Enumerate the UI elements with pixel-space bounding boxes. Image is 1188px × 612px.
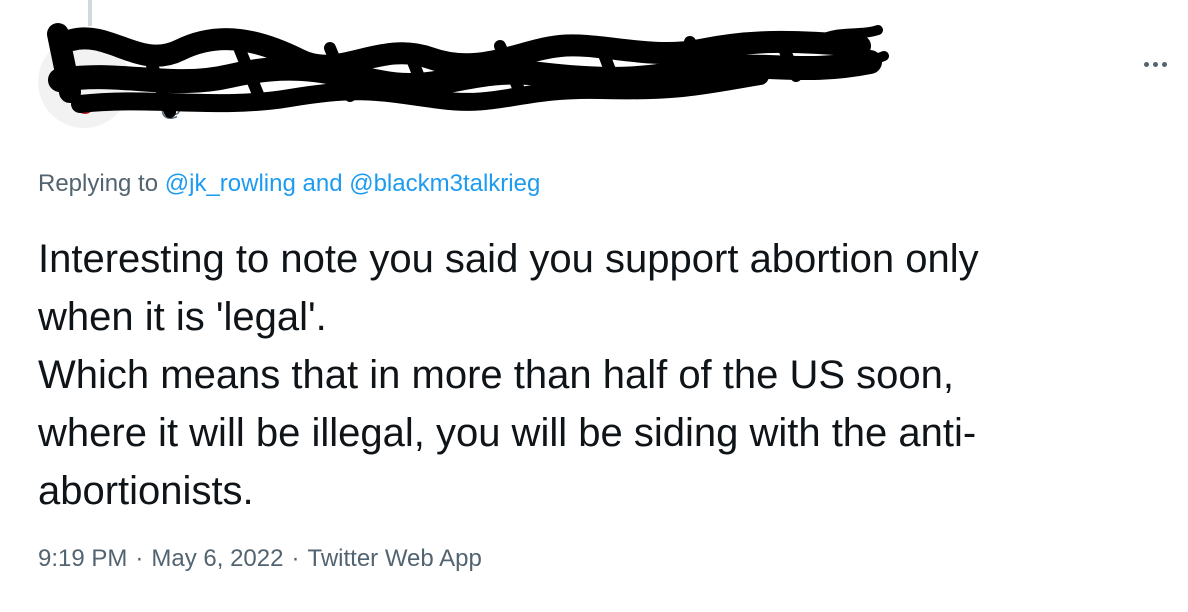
more-horizontal-icon (1143, 61, 1167, 67)
reply-prefix: Replying to (38, 170, 159, 197)
thread-connector-line (88, 0, 92, 26)
tweet-text-line: where it will be illegal, you will be si… (38, 411, 977, 455)
mention-link[interactable]: @blackm3talkrieg (349, 170, 540, 197)
tweet-text-line: when it is 'legal'. (38, 295, 327, 339)
user-handle[interactable]: @ (160, 96, 182, 122)
reply-context: Replying to @jk_rowling and @blackm3talk… (38, 170, 540, 198)
tweet-time[interactable]: 9:19 PM (38, 545, 127, 572)
tweet-text-line: abortionists. (38, 469, 254, 513)
avatar-detail (78, 104, 92, 114)
tweet-meta: 9:19 PM · May 6, 2022 · Twitter Web App (38, 545, 482, 573)
separator: · (291, 545, 300, 572)
tweet-text-line: Interesting to note you said you support… (38, 237, 979, 281)
separator: · (135, 545, 144, 572)
tweet-card: @ Replying to @jk_rowling and @blackm3ta… (0, 0, 1188, 612)
tweet-text-line: Which means that in more than half of th… (38, 353, 955, 397)
tweet-date[interactable]: May 6, 2022 (151, 545, 283, 572)
reply-conjunction: and (302, 170, 343, 197)
tweet-text: Interesting to note you said you support… (38, 230, 1158, 520)
tweet-source[interactable]: Twitter Web App (307, 545, 481, 572)
mention-link[interactable]: @jk_rowling (165, 170, 296, 197)
more-options-button[interactable] (1132, 46, 1178, 82)
user-info[interactable]: @ (160, 56, 880, 126)
avatar-detail (108, 98, 118, 106)
avatar[interactable] (38, 36, 130, 128)
